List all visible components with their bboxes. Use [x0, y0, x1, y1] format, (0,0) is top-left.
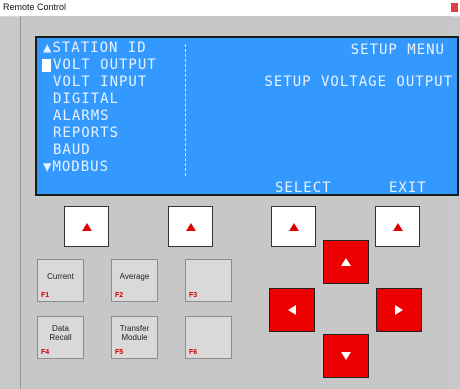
arrow-up-icon — [341, 258, 351, 266]
arrow-down-icon — [341, 352, 351, 360]
lcd-menu-subtitle: SETUP VOLTAGE OUTPUT — [264, 74, 453, 90]
softkey-1-button[interactable] — [64, 206, 109, 247]
lcd-menu-title: SETUP MENU — [350, 42, 445, 58]
up-triangle-icon — [81, 222, 92, 231]
menu-cursor — [42, 59, 51, 72]
f5-transfer-module-button[interactable]: Transfer Module F5 — [111, 316, 158, 359]
lcd-display: ▲STATION ID VOLT OUTPUT VOLT INPUT DIGIT… — [35, 36, 459, 196]
softkey-3-button[interactable] — [271, 206, 316, 247]
lcd-menu-item-station-id: ▲STATION ID — [43, 40, 147, 56]
up-triangle-icon — [392, 222, 403, 231]
arrow-left-button[interactable] — [269, 288, 315, 332]
title-bar: Remote Control — [0, 0, 460, 17]
lcd-menu-item-alarms: ALARMS — [53, 108, 110, 124]
up-triangle-icon — [185, 222, 196, 231]
lcd-menu-item-volt-output: VOLT OUTPUT — [42, 57, 185, 74]
lcd-menu-item-reports: REPORTS — [53, 125, 120, 141]
f1-current-button[interactable]: Current F1 — [37, 259, 84, 302]
f3-button[interactable]: F3 — [185, 259, 232, 302]
control-panel: ▲STATION ID VOLT OUTPUT VOLT INPUT DIGIT… — [20, 16, 459, 389]
arrow-right-button[interactable] — [376, 288, 422, 332]
f2-average-button[interactable]: Average F2 — [111, 259, 158, 302]
arrow-down-button[interactable] — [323, 334, 369, 378]
softkey-4-button[interactable] — [375, 206, 420, 247]
lcd-menu-item-modbus: ▼MODBUS — [43, 159, 110, 175]
lcd-softkey-label-select: SELECT — [275, 180, 332, 196]
lcd-menu-item-baud: BAUD — [53, 142, 91, 158]
lcd-menu: ▲STATION ID VOLT OUTPUT VOLT INPUT DIGIT… — [42, 40, 185, 176]
lcd-menu-item-digital: DIGITAL — [53, 91, 120, 107]
remote-control-window: Remote Control ▲STATION ID VOLT OUTPUT V… — [0, 0, 460, 389]
f6-button[interactable]: F6 — [185, 316, 232, 359]
lcd-softkey-label-exit: EXIT — [389, 180, 427, 196]
lcd-menu-item-volt-input: VOLT INPUT — [53, 74, 148, 90]
softkey-2-button[interactable] — [168, 206, 213, 247]
up-triangle-icon — [288, 222, 299, 231]
arrow-up-button[interactable] — [323, 240, 369, 284]
close-button[interactable] — [451, 3, 458, 12]
arrow-left-icon — [288, 305, 296, 315]
arrow-right-icon — [395, 305, 403, 315]
window-title: Remote Control — [3, 2, 67, 12]
f4-data-recall-button[interactable]: Data Recall F4 — [37, 316, 84, 359]
lcd-divider — [185, 44, 186, 176]
